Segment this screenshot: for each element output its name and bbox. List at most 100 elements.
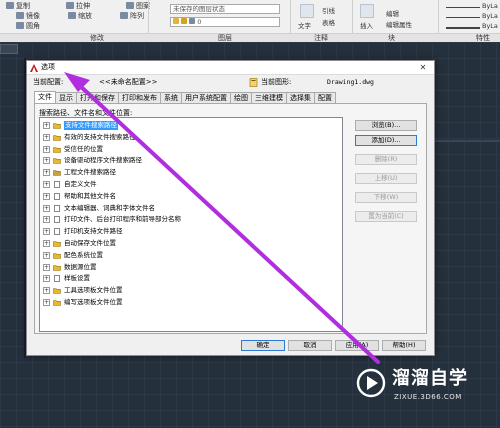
group-modify-label[interactable]: 修改 (90, 34, 104, 42)
close-icon[interactable]: ✕ (414, 62, 432, 73)
tree-item[interactable]: + 工程文件搜索路径 (43, 168, 116, 177)
scale-icon (68, 12, 76, 19)
layer-current-combo[interactable]: 0 (170, 17, 280, 27)
tree-item[interactable]: + 编写选项板文件位置 (43, 298, 123, 307)
tree-item-label: 工程文件搜索路径 (64, 168, 116, 177)
tree-item-label: 受信任的位置 (64, 144, 103, 153)
expand-icon[interactable]: + (43, 216, 50, 224)
expand-icon[interactable]: + (43, 275, 50, 283)
tree-item-label: 配色系统位置 (64, 250, 103, 259)
ribbon-separator (352, 0, 353, 33)
tree-item[interactable]: + 打印机支持文件路径 (43, 227, 123, 236)
tree-item[interactable]: + 帮助和其他文件名 (43, 192, 116, 201)
apply-button[interactable]: 应用(A) (335, 340, 379, 351)
options-tabs: 文件 显示 打开和保存 打印和发布 系统 用户系统配置 绘图 三维建模 选择集 … (34, 91, 336, 103)
edit-attributes-tool[interactable]: 编辑属性 (386, 19, 412, 29)
add-button[interactable]: 添加(D)... (355, 135, 417, 146)
expand-icon[interactable]: + (43, 181, 50, 188)
group-properties-label[interactable]: 特性 (476, 34, 490, 42)
options-dialog: 选项 ✕ 当前配置: <<未命名配置>> 当前图形: Drawing1.dwg … (26, 60, 435, 356)
expand-icon[interactable]: + (43, 204, 50, 212)
file-tab-icon[interactable] (0, 44, 18, 54)
cancel-button[interactable]: 取消 (288, 340, 332, 351)
tree-item[interactable]: + 有效的支持文件搜索路径 (43, 133, 136, 142)
tab-system[interactable]: 系统 (160, 92, 182, 103)
edit-block-tool[interactable]: 编辑 (386, 8, 399, 18)
group-layer-label[interactable]: 图层 (218, 34, 232, 42)
copy-tool[interactable]: 复制 (6, 1, 30, 11)
expand-icon[interactable]: + (43, 133, 50, 141)
tab-plot-publish[interactable]: 打印和发布 (118, 92, 161, 103)
folder-icon (53, 241, 61, 247)
tab-files[interactable]: 文件 (34, 91, 56, 103)
expand-icon[interactable]: + (43, 228, 50, 236)
tree-item[interactable]: + 自动保存文件位置 (43, 239, 116, 248)
color-combo[interactable]: ByLa (482, 2, 498, 10)
expand-icon[interactable]: + (43, 169, 50, 177)
file-icon (54, 275, 60, 283)
tree-item[interactable]: + 打印文件、后台打印程序和前导部分名称 (43, 215, 181, 224)
folder-icon (53, 158, 61, 165)
layer-state-combo[interactable]: 未保存的图层状态 (170, 4, 280, 14)
expand-icon[interactable]: + (43, 157, 50, 165)
table-tool[interactable]: 表格 (322, 17, 335, 27)
tab-display[interactable]: 显示 (55, 92, 77, 103)
expand-icon[interactable]: + (43, 192, 50, 200)
fillet-tool[interactable]: 圆角 (16, 21, 40, 31)
move-down-button[interactable]: 下移(W) (355, 192, 417, 203)
expand-icon[interactable]: + (43, 122, 50, 129)
tree-item-label: 样板设置 (64, 274, 90, 283)
expand-icon[interactable]: + (43, 240, 50, 247)
expand-icon[interactable]: + (43, 299, 50, 306)
set-current-button[interactable]: 置为当前(C) (355, 211, 417, 222)
tree-item[interactable]: + 设备驱动程序文件搜索路径 (43, 156, 142, 165)
scale-tool[interactable]: 缩放 (68, 11, 92, 21)
group-block-label[interactable]: 块 (388, 34, 395, 42)
linetype-combo[interactable]: ByLa (482, 12, 498, 20)
text-tool-icon[interactable] (300, 4, 314, 18)
folder-icon (53, 134, 61, 141)
insert-block-icon[interactable] (360, 4, 374, 18)
tab-3d-modeling[interactable]: 三维建模 (251, 92, 287, 103)
tree-item[interactable]: + 工具选项板文件位置 (43, 286, 123, 295)
hatch-icon (126, 2, 134, 9)
folder-icon (53, 252, 61, 259)
expand-icon[interactable]: + (43, 145, 50, 153)
line-sample (446, 27, 480, 29)
tree-item-label: 帮助和其他文件名 (64, 191, 116, 200)
tree-item[interactable]: + 自定义文件 (43, 180, 97, 189)
text-tool-label: 文字 (298, 22, 311, 30)
remove-button[interactable]: 删除(R) (355, 154, 417, 165)
tab-drafting[interactable]: 绘图 (230, 92, 252, 103)
tab-user-preferences[interactable]: 用户系统配置 (181, 92, 231, 103)
array-tool[interactable]: 阵列 (120, 11, 144, 21)
move-up-button[interactable]: 上移(U) (355, 173, 417, 184)
tab-selection[interactable]: 选择集 (286, 92, 315, 103)
ribbon-group-bar: 修改 图层 注释 块 特性 (0, 33, 500, 42)
expand-icon[interactable]: + (43, 251, 50, 259)
tree-item-label: 数据源位置 (64, 262, 97, 271)
lineweight-combo[interactable]: ByLa (482, 22, 498, 30)
help-button[interactable]: 帮助(H) (382, 340, 426, 351)
tab-open-save[interactable]: 打开和保存 (76, 92, 119, 103)
leader-tool[interactable]: 引线 (322, 5, 335, 15)
tree-item[interactable]: + 受信任的位置 (43, 145, 103, 154)
expand-icon[interactable]: + (43, 263, 50, 271)
mirror-tool[interactable]: 镜像 (16, 11, 40, 21)
hatch-tool[interactable]: 图案 (126, 1, 150, 11)
tree-item[interactable]: + 文本编辑器、词典和字体文件名 (43, 204, 155, 213)
tree-item[interactable]: + 支持文件搜索路径 (43, 121, 118, 130)
expand-icon[interactable]: + (43, 287, 50, 295)
dialog-titlebar[interactable]: 选项 ✕ (27, 61, 434, 75)
ok-button[interactable]: 确定 (241, 340, 285, 351)
group-annotate-label[interactable]: 注释 (314, 34, 328, 42)
tree-item[interactable]: + 样板设置 (43, 274, 90, 283)
tab-profiles[interactable]: 配置 (314, 92, 336, 103)
watermark-url: ZIXUE.3D66.COM (394, 393, 462, 401)
tree-item[interactable]: + 配色系统位置 (43, 251, 103, 260)
tree-item[interactable]: + 数据源位置 (43, 263, 97, 272)
profile-value: <<未命名配置>> (99, 78, 158, 86)
stretch-tool[interactable]: 拉伸 (66, 1, 90, 11)
file-locations-tree[interactable]: + 支持文件搜索路径 + 有效的支持文件搜索路径 + 受信任的位置 + 设备驱动程序文件搜索路… (39, 117, 343, 332)
browse-button[interactable]: 浏览(B)... (355, 120, 417, 131)
